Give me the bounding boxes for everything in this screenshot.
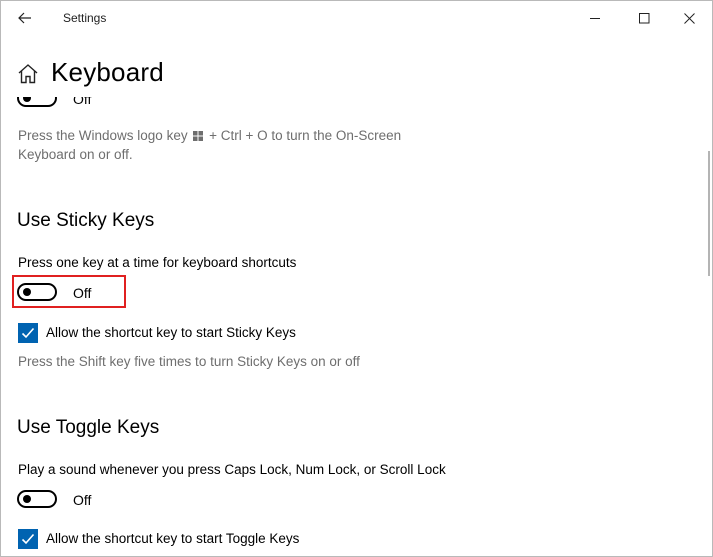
scrollbar[interactable] bbox=[708, 151, 710, 276]
app-title: Settings bbox=[63, 11, 107, 25]
toggle-keys-toggle-label: Off bbox=[73, 492, 92, 508]
toggle-keys-setting-label: Play a sound whenever you press Caps Loc… bbox=[18, 462, 446, 477]
sticky-keys-toggle-label: Off bbox=[73, 285, 92, 301]
title-bar: Settings bbox=[1, 1, 712, 35]
sticky-keys-shortcut-label[interactable]: Allow the shortcut key to start Sticky K… bbox=[46, 325, 296, 340]
sticky-keys-shortcut-hint: Press the Shift key five times to turn S… bbox=[18, 354, 360, 369]
back-button[interactable] bbox=[9, 5, 41, 31]
minimize-icon bbox=[589, 17, 600, 19]
toggle-knob bbox=[23, 495, 31, 503]
settings-content: Off Press the Windows logo key + Ctrl + … bbox=[1, 97, 712, 556]
toggle-knob bbox=[23, 288, 31, 296]
toggle-keys-shortcut-checkbox[interactable] bbox=[18, 529, 38, 549]
onscreen-keyboard-desc-part2: + Ctrl + O to turn the On-Screen bbox=[209, 128, 402, 143]
back-arrow-icon bbox=[18, 12, 31, 24]
page-header: Keyboard bbox=[1, 35, 712, 97]
toggle-keys-toggle[interactable] bbox=[17, 490, 57, 508]
maximize-icon bbox=[638, 12, 649, 23]
sticky-keys-toggle[interactable] bbox=[17, 283, 57, 301]
onscreen-keyboard-toggle-label: Off bbox=[73, 97, 92, 107]
page-title: Keyboard bbox=[51, 57, 164, 87]
close-icon bbox=[683, 12, 695, 24]
toggle-knob bbox=[23, 97, 31, 102]
checkmark-icon bbox=[21, 533, 35, 545]
onscreen-keyboard-toggle[interactable] bbox=[17, 97, 57, 107]
onscreen-keyboard-description: Press the Windows logo key + Ctrl + O to… bbox=[18, 126, 438, 164]
home-icon[interactable] bbox=[17, 63, 39, 85]
sticky-keys-heading: Use Sticky Keys bbox=[17, 210, 155, 231]
toggle-keys-heading: Use Toggle Keys bbox=[17, 417, 160, 438]
close-button[interactable] bbox=[666, 1, 712, 35]
toggle-keys-shortcut-label[interactable]: Allow the shortcut key to start Toggle K… bbox=[46, 531, 299, 546]
sticky-keys-setting-label: Press one key at a time for keyboard sho… bbox=[18, 255, 297, 270]
onscreen-keyboard-desc-part3: Keyboard on or off. bbox=[18, 147, 133, 162]
checkmark-icon bbox=[21, 327, 35, 339]
maximize-button[interactable] bbox=[621, 1, 667, 35]
minimize-button[interactable] bbox=[572, 1, 618, 35]
settings-window: Settings Keyboard Off Press the Windows … bbox=[0, 0, 713, 557]
onscreen-keyboard-desc-part1: Press the Windows logo key bbox=[18, 128, 188, 143]
windows-logo-icon bbox=[193, 131, 204, 141]
sticky-keys-shortcut-checkbox[interactable] bbox=[18, 323, 38, 343]
